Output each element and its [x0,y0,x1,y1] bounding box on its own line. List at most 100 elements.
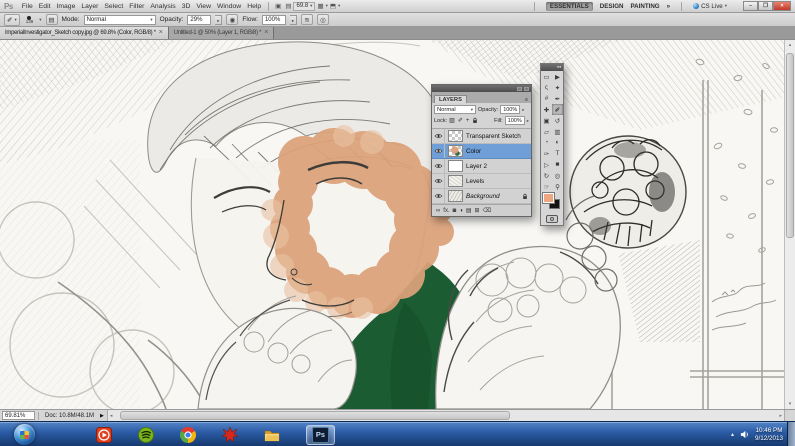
panel-menu-icon[interactable]: ≡ [522,97,531,103]
hand-tool[interactable]: ☞ [541,181,552,192]
eraser-tool[interactable]: ▱ [541,126,552,137]
layer-row-layer2[interactable]: Layer 2 [432,159,531,174]
status-zoom-input[interactable]: 69.81% [2,411,35,420]
menu-edit[interactable]: Edit [36,3,54,10]
layer-thumbnail[interactable] [448,130,463,142]
new-group-icon[interactable]: ▤ [466,207,472,214]
layer-style-icon[interactable]: fx. [443,208,449,214]
flow-spinner[interactable]: ▸ [289,14,297,25]
cs-live-button[interactable]: CS Live ▾ [693,3,727,10]
layer-name[interactable]: Layer 2 [466,163,487,170]
document-canvas[interactable]: ▴ ▾ [0,40,795,409]
layer-name[interactable]: Color [466,148,481,155]
show-desktop-button[interactable] [787,422,795,446]
menu-window[interactable]: Window [214,3,244,10]
arrange-documents-icon[interactable]: ▦ [315,2,325,10]
spot-healing-brush-tool[interactable]: ✚ [541,104,552,115]
menu-help[interactable]: Help [244,3,264,10]
visibility-toggle[interactable] [432,144,445,158]
path-selection-tool[interactable]: ▷ [541,159,552,170]
blend-mode-select[interactable]: Normal ▾ [83,14,156,25]
photoshop-taskbar-button[interactable]: Ps [306,424,335,445]
volume-icon[interactable] [740,430,749,439]
visibility-toggle[interactable] [432,129,445,143]
lasso-tool[interactable]: ς [541,82,552,93]
clone-stamp-tool[interactable]: ▣ [541,115,552,126]
media-player-taskbar-button[interactable] [96,426,112,443]
menu-3d[interactable]: 3D [179,3,194,10]
blur-tool[interactable]: ◔ [541,137,552,148]
layer-name[interactable]: Transparent Sketch [466,133,521,140]
visibility-toggle[interactable] [432,174,445,188]
pen-tool[interactable]: ✑ [541,148,552,159]
crop-tool[interactable]: # [541,93,552,104]
collapse-panel-icon[interactable] [517,86,522,91]
close-button[interactable]: × [773,1,791,11]
menu-view[interactable]: View [193,3,214,10]
layer-row-transparent-sketch[interactable]: Transparent Sketch [432,129,531,144]
type-tool[interactable]: T [552,148,563,159]
new-layer-icon[interactable]: ⊞ [475,207,480,214]
layer-thumbnail[interactable] [448,160,463,172]
visibility-toggle[interactable] [432,159,445,173]
chrome-taskbar-button[interactable] [180,426,196,443]
spotify-taskbar-button[interactable] [138,426,154,443]
layer-name[interactable]: Background [466,193,500,200]
layer-thumbnail[interactable] [448,145,463,157]
brush-tool[interactable]: ✐ [552,104,563,115]
close-icon[interactable]: × [159,29,163,36]
opacity-input[interactable]: 29% [187,14,212,25]
menu-layer[interactable]: Layer [78,3,101,10]
tools-panel-drag-bar[interactable]: ◂◂ [541,64,563,71]
scroll-right-icon[interactable]: ▸ [777,410,784,421]
tablet-pressure-opacity-button[interactable]: ◉ [226,14,239,25]
toggle-brush-panel-button[interactable]: ▤ [45,14,58,25]
airbrush-button[interactable]: ≋ [300,14,313,25]
minimize-button[interactable]: – [743,1,758,11]
eyedropper-tool[interactable]: ✒ [552,93,563,104]
horizontal-scrollbar[interactable]: ◂ ▸ [106,410,784,421]
3d-camera-tool[interactable]: ◎ [552,170,563,181]
layer-fill-input[interactable]: 100% [504,116,525,125]
lock-paint-icon[interactable]: ✐ [458,117,463,124]
layer-thumbnail[interactable] [448,175,463,187]
layer-row-levels[interactable]: Levels [432,174,531,189]
lock-transparency-icon[interactable]: ▨ [449,117,455,124]
layers-panel-drag-bar[interactable] [432,85,531,92]
layer-name[interactable]: Levels [466,178,484,185]
chevron-right-icon[interactable]: ▸ [527,118,529,124]
document-tab-inactive[interactable]: Untitled-1 @ 50% (Layer 1, RGB/8) * × [168,27,274,39]
restore-button[interactable]: ❐ [758,1,773,11]
layer-row-background[interactable]: Background [432,189,531,204]
lock-position-icon[interactable]: + [466,118,470,124]
vertical-scrollbar-thumb[interactable] [786,53,794,238]
taskbar-clock[interactable]: 10:46 PM 9/12/2013 [755,427,783,442]
scroll-up-icon[interactable]: ▴ [785,40,795,50]
workspace-painting[interactable]: PAINTING [631,3,660,10]
vertical-scrollbar[interactable]: ▴ ▾ [784,40,795,409]
show-hidden-icons[interactable]: ▴ [731,431,734,438]
rectangular-marquee-tool[interactable]: ▭ [541,71,552,82]
link-layers-icon[interactable]: ∞ [436,208,440,214]
canvas-artwork[interactable] [0,40,795,409]
zoom-tool[interactable]: ⚲ [552,181,563,192]
menu-file[interactable]: File [19,3,36,10]
layer-blend-mode-select[interactable]: Normal ▾ [434,105,476,114]
workspace-essentials[interactable]: ESSENTIALS [545,1,593,11]
launch-bridge-icon[interactable]: ▣ [273,2,283,10]
flow-input[interactable]: 100% [261,14,286,25]
close-panel-icon[interactable] [524,86,529,91]
horizontal-scrollbar-thumb[interactable] [119,411,510,420]
file-explorer-taskbar-button[interactable] [264,428,280,442]
shape-tool[interactable]: ■ [552,159,563,170]
workspace-overflow-button[interactable]: » [667,3,670,10]
gradient-tool[interactable]: ▥ [552,126,563,137]
foreground-color-swatch[interactable] [543,193,554,203]
layer-opacity-input[interactable]: 100% [500,105,521,114]
history-brush-tool[interactable]: ↺ [552,115,563,126]
close-icon[interactable]: × [264,29,268,36]
quick-selection-tool[interactable]: ✦ [552,82,563,93]
layer-thumbnail[interactable] [448,190,463,202]
3d-rotate-tool[interactable]: ↻ [541,170,552,181]
menu-select[interactable]: Select [101,3,126,10]
